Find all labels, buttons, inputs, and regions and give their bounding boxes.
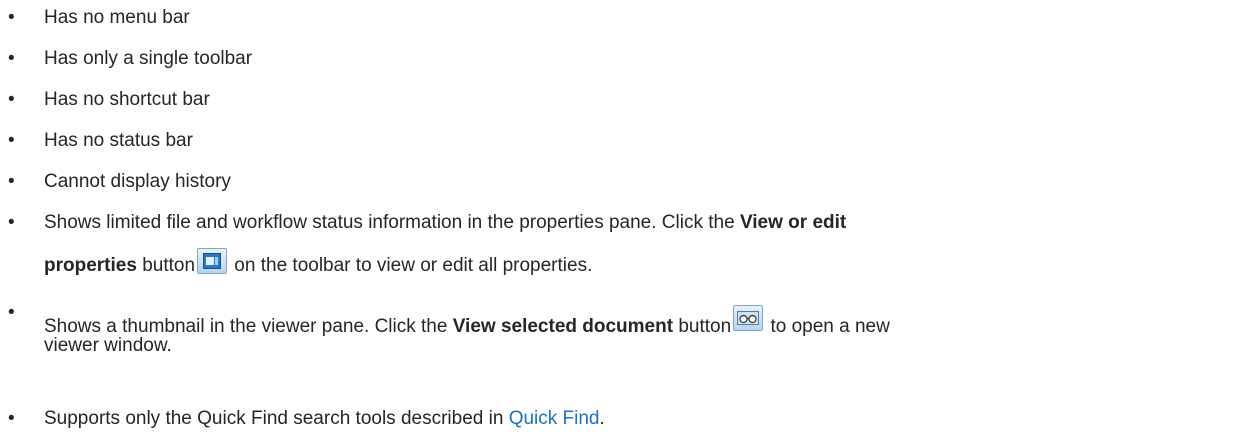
list-item-text: Supports only the Quick Find search tool… [44,407,1240,431]
list-item: • Shows a thumbnail in the viewer pane. … [0,302,1240,365]
ui-term-view-or-edit: View or edit [739,212,847,233]
bullet: • [8,48,15,69]
bullet: • [8,302,15,323]
bullet: • [8,89,15,110]
view-properties-icon [197,248,228,274]
text-segment: on the toolbar to view or edit all prope… [229,255,593,276]
list-item-text: Cannot display history [44,171,231,192]
text-segment: . [599,408,605,429]
text-segment: Shows limited file and workflow status i… [44,212,740,233]
list-item-text: Has no shortcut bar [44,89,210,110]
quick-find-link[interactable]: Quick Find [509,408,600,429]
text-segment: Supports only the Quick Find search tool… [44,408,509,429]
text-segment: button [136,255,196,276]
bullet: • [8,7,15,28]
list-item-text: Has no menu bar [44,7,190,28]
bullet: • [8,212,15,233]
list-item-text-line2: properties button on the toolbar to view… [44,248,1240,278]
ui-term-properties: properties [44,255,137,276]
view-document-glasses-icon [733,305,764,331]
list-item-text: Shows limited file and workflow status i… [44,211,1240,235]
list-item-text-line2: viewer window. [44,335,172,356]
bullet: • [8,130,15,151]
bullet: • [8,171,15,192]
bullet: • [8,408,15,429]
list-item-text: Has only a single toolbar [44,48,253,69]
list-item: • Shows limited file and workflow status… [0,211,1240,291]
list-item-text: Has no status bar [44,130,193,151]
